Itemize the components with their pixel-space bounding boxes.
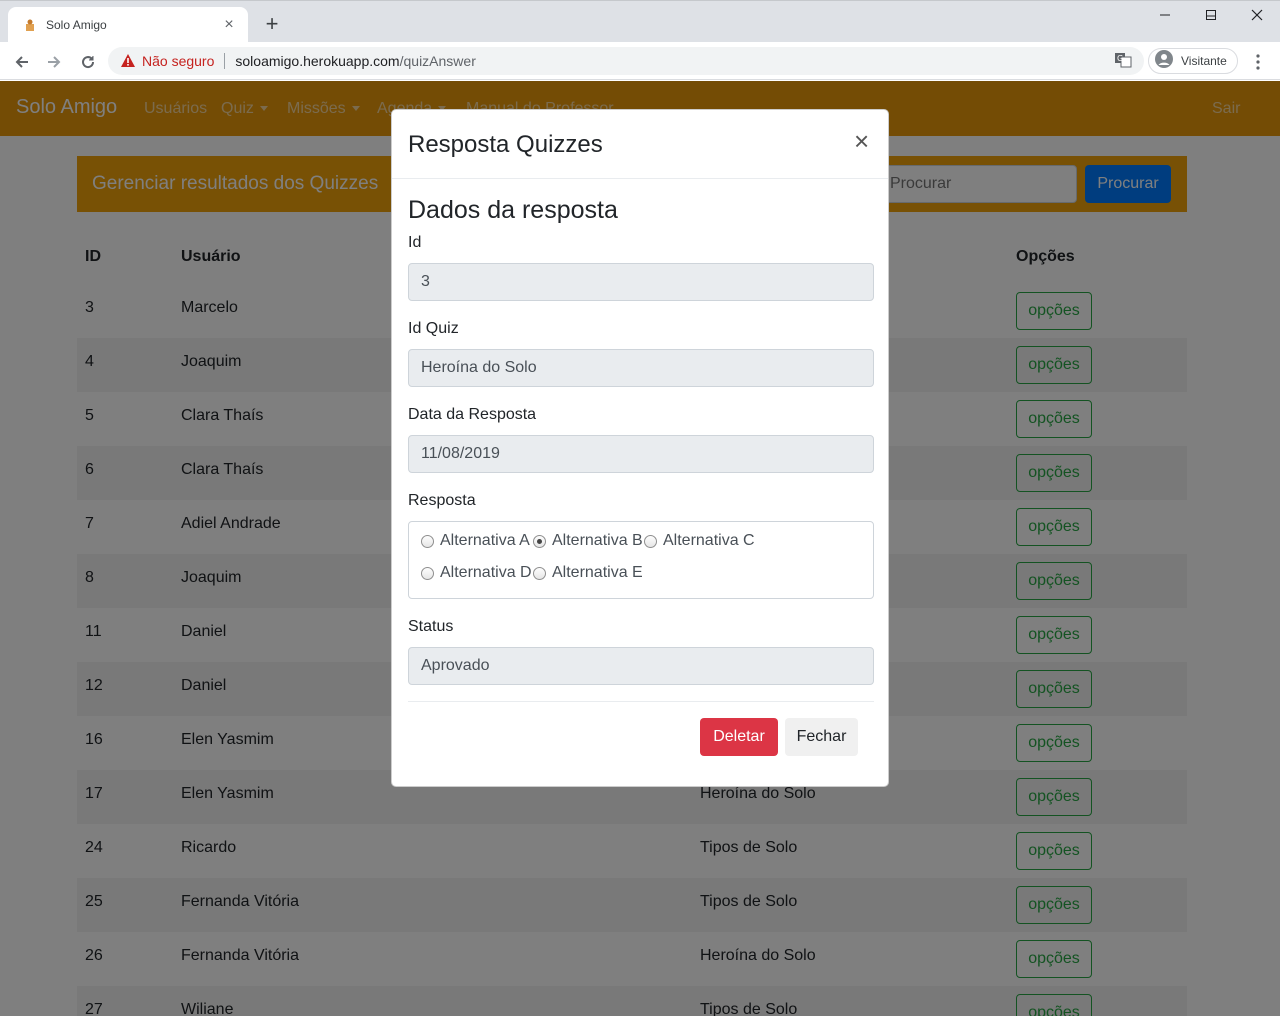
window-close-icon[interactable]	[1234, 0, 1280, 30]
url-path: /quizAnswer	[399, 53, 476, 69]
radio-label: Alternativa B	[552, 532, 643, 549]
delete-button[interactable]: Deletar	[700, 718, 778, 756]
section-title: Dados da resposta	[408, 196, 618, 224]
modal-header: Resposta Quizzes ×	[392, 110, 888, 179]
tab-title: Solo Amigo	[46, 18, 107, 32]
browser-toolbar: Não seguro soloamigo.herokuapp.com/quizA…	[0, 42, 1280, 80]
radio-option[interactable]: Alternativa C	[644, 532, 755, 550]
id-label: Id	[408, 234, 422, 251]
back-icon[interactable]	[10, 50, 34, 74]
date-field: 11/08/2019	[408, 435, 874, 473]
profile-label: Visitante	[1181, 54, 1227, 68]
browser-tab[interactable]: Solo Amigo ×	[8, 7, 248, 43]
radio-option[interactable]: Alternativa B	[533, 532, 643, 550]
avatar-icon	[1155, 49, 1173, 73]
radio-option[interactable]: Alternativa A	[421, 532, 530, 550]
radio-button[interactable]	[421, 566, 434, 580]
answer-options: Alternativa A Alternativa B Alternativa C A…	[408, 521, 874, 599]
page-content: Solo Amigo Usuários Quiz Missões Agenda …	[0, 81, 1280, 1016]
radio-option[interactable]: Alternativa E	[533, 564, 643, 582]
close-button[interactable]: Fechar	[785, 718, 858, 756]
radio-button[interactable]	[421, 534, 434, 548]
reload-icon[interactable]	[76, 50, 100, 74]
date-label: Data da Resposta	[408, 406, 537, 423]
url-host: soloamigo.herokuapp.com	[235, 53, 400, 69]
id-field: 3	[408, 263, 874, 301]
separator	[224, 53, 226, 69]
svg-text:G: G	[1117, 54, 1123, 63]
forward-icon[interactable]	[42, 50, 66, 74]
radio-label: Alternativa C	[663, 532, 755, 549]
radio-button[interactable]	[533, 534, 546, 548]
radio-button[interactable]	[644, 534, 657, 548]
radio-button[interactable]	[533, 566, 546, 580]
insecure-label: Não seguro	[142, 53, 215, 69]
modal-title: Resposta Quizzes	[408, 131, 603, 158]
warning-icon	[120, 53, 136, 69]
answer-modal: Resposta Quizzes × Dados da resposta Id …	[391, 109, 889, 787]
status-label: Status	[408, 618, 454, 635]
radio-option[interactable]: Alternativa D	[421, 564, 532, 582]
translate-icon[interactable]: G	[1114, 51, 1134, 71]
maximize-icon[interactable]	[1188, 0, 1234, 30]
radio-label: Alternativa E	[552, 564, 643, 581]
close-icon[interactable]: ×	[220, 16, 238, 34]
radio-label: Alternativa D	[440, 564, 532, 581]
browser-tabbar: Solo Amigo × +	[0, 0, 1280, 43]
minimize-button[interactable]	[1142, 0, 1188, 30]
radio-label: Alternativa A	[440, 532, 530, 549]
kebab-menu-icon[interactable]	[1248, 52, 1268, 72]
favicon-icon	[22, 17, 38, 33]
answer-label: Resposta	[408, 492, 476, 509]
close-icon[interactable]: ×	[854, 127, 869, 155]
profile-button[interactable]: Visitante	[1148, 48, 1238, 74]
quiz-field: Heroína do Solo	[408, 349, 874, 387]
plus-icon[interactable]: +	[260, 12, 284, 36]
quiz-label: Id Quiz	[408, 320, 459, 337]
status-field: Aprovado	[408, 647, 874, 685]
address-bar[interactable]: Não seguro soloamigo.herokuapp.com/quizA…	[108, 47, 1144, 75]
modal-footer-divider	[408, 701, 874, 702]
